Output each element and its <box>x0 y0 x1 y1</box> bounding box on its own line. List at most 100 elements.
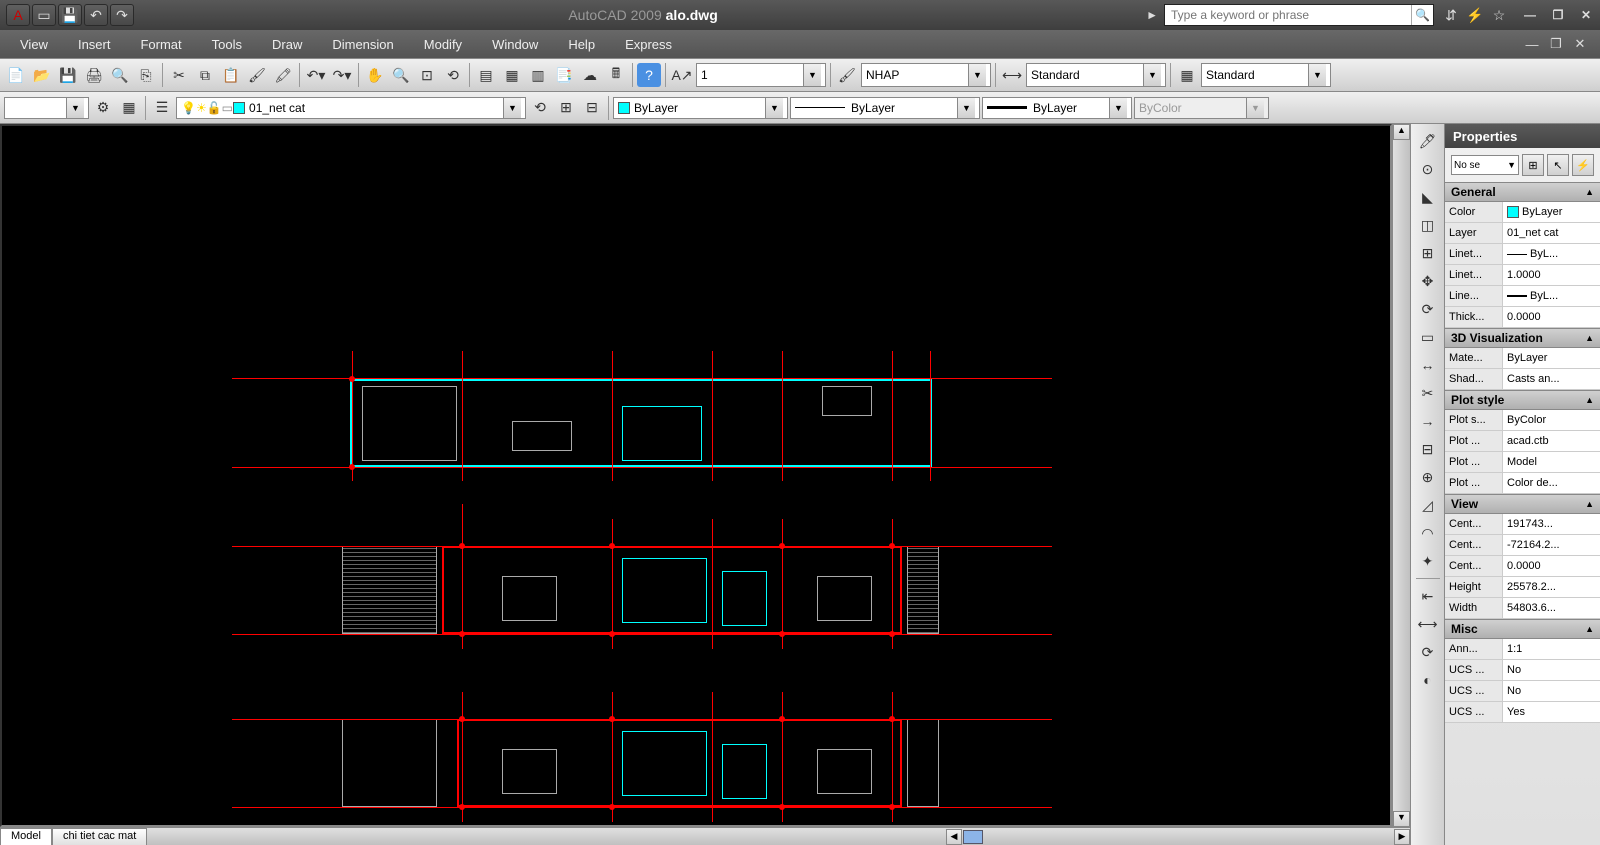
layer-manager-icon[interactable]: ☰ <box>150 96 174 120</box>
prop-value[interactable]: 0.0000 <box>1503 307 1600 327</box>
prop-row[interactable]: Shad...Casts an... <box>1445 369 1600 390</box>
zoom-prev-icon[interactable]: ⟲ <box>441 63 465 87</box>
prop-row[interactable]: Line...ByL... <box>1445 286 1600 307</box>
zoom-rt-icon[interactable]: 🔍 <box>389 63 413 87</box>
menu-format[interactable]: Format <box>140 37 181 52</box>
close-button[interactable]: ✕ <box>1572 4 1600 26</box>
dropdown-arrow-icon[interactable]: ▼ <box>957 98 975 118</box>
prop-row[interactable]: Cent...191743... <box>1445 514 1600 535</box>
category-general[interactable]: General▲ <box>1445 182 1600 202</box>
dim4-icon[interactable]: ◐ <box>1415 667 1441 693</box>
search-box[interactable]: 🔍 <box>1164 4 1434 26</box>
undo-icon[interactable]: ↶▾ <box>304 63 328 87</box>
minimize-button[interactable]: — <box>1516 4 1544 26</box>
scroll-down-button[interactable]: ▼ <box>1393 811 1410 827</box>
undo-button[interactable]: ↶ <box>84 4 108 26</box>
doc-close-button[interactable]: ✕ <box>1570 35 1590 53</box>
prop-value[interactable]: ByL... <box>1503 286 1600 306</box>
search-icon[interactable]: 🔍 <box>1411 5 1433 25</box>
erase-icon[interactable]: 🖊 <box>1415 128 1441 154</box>
lineweight-dropdown[interactable]: ByLayer ▼ <box>982 97 1132 119</box>
prop-value[interactable]: 54803.6... <box>1503 598 1600 618</box>
category-3d-viz[interactable]: 3D Visualization▲ <box>1445 328 1600 348</box>
collapse-icon[interactable]: ▲ <box>1585 499 1594 509</box>
match-prop-icon[interactable]: 🖌 <box>245 63 269 87</box>
dropdown-arrow-icon[interactable]: ▼ <box>66 98 84 118</box>
toggle-pickfirst-icon[interactable]: ⊞ <box>1522 154 1544 176</box>
dim-style-dropdown[interactable]: Standard ▼ <box>1026 63 1166 87</box>
markup-icon[interactable]: ☁ <box>578 63 602 87</box>
paste-icon[interactable]: 📋 <box>219 63 243 87</box>
mirror-icon[interactable]: ◣ <box>1415 184 1441 210</box>
scroll-left-button[interactable]: ◀ <box>946 829 962 845</box>
prop-row[interactable]: ColorByLayer <box>1445 202 1600 223</box>
layer-iso-icon[interactable]: ⊞ <box>554 96 578 120</box>
gear-icon[interactable]: ⚙ <box>91 96 115 120</box>
preview-icon[interactable]: 🔍 <box>108 63 132 87</box>
rotate-icon[interactable]: ⟳ <box>1415 296 1441 322</box>
layer-dropdown[interactable]: 💡 ☀ 🔓 ▭ 01_net cat ▼ <box>176 97 526 119</box>
layer-prev-icon[interactable]: ⟲ <box>528 96 552 120</box>
prop-value[interactable]: ByColor <box>1503 410 1600 430</box>
prop-row[interactable]: Width54803.6... <box>1445 598 1600 619</box>
prop-row[interactable]: UCS ...No <box>1445 660 1600 681</box>
prop-row[interactable]: Thick...0.0000 <box>1445 307 1600 328</box>
tool-palette-icon[interactable]: ▥ <box>526 63 550 87</box>
help-icon[interactable]: ? <box>637 63 661 87</box>
fillet-icon[interactable]: ◠ <box>1415 520 1441 546</box>
array-icon[interactable]: ⊞ <box>1415 240 1441 266</box>
layer-states-icon[interactable]: ⊟ <box>580 96 604 120</box>
dim-icon[interactable]: ⇤ <box>1415 583 1441 609</box>
prop-value[interactable]: No <box>1503 660 1600 680</box>
prop-row[interactable]: Plot s...ByColor <box>1445 410 1600 431</box>
ws-dropdown[interactable]: ▼ <box>4 97 89 119</box>
vertical-scrollbar[interactable]: ▲ ▼ <box>1392 124 1410 827</box>
prop-value[interactable]: 1:1 <box>1503 639 1600 659</box>
dropdown-arrow-icon[interactable]: ▼ <box>1143 64 1161 86</box>
dropdown-arrow-icon[interactable]: ▼ <box>1109 98 1127 118</box>
drawing-canvas[interactable] <box>0 124 1392 827</box>
scroll-thumb[interactable] <box>963 830 983 844</box>
stretch-icon[interactable]: ↔ <box>1415 352 1441 378</box>
redo-button[interactable]: ↷ <box>110 4 134 26</box>
menu-insert[interactable]: Insert <box>78 37 111 52</box>
properties-icon[interactable]: ▤ <box>474 63 498 87</box>
menu-help[interactable]: Help <box>568 37 595 52</box>
scroll-right-button[interactable]: ▶ <box>1394 829 1410 845</box>
scroll-up-button[interactable]: ▲ <box>1393 124 1410 140</box>
prop-row[interactable]: Linet...ByL... <box>1445 244 1600 265</box>
doc-minimize-button[interactable]: — <box>1522 35 1542 53</box>
join-icon[interactable]: ⊕ <box>1415 464 1441 490</box>
table-style-dropdown[interactable]: Standard ▼ <box>1201 63 1331 87</box>
collapse-icon[interactable]: ▲ <box>1585 187 1594 197</box>
trim-icon[interactable]: ✂ <box>1415 380 1441 406</box>
toggle-icon[interactable]: ⇵ <box>1440 4 1462 26</box>
redo-icon[interactable]: ↷▾ <box>330 63 354 87</box>
prop-value[interactable]: Yes <box>1503 702 1600 722</box>
offset-icon[interactable]: ◫ <box>1415 212 1441 238</box>
prop-row[interactable]: Height25578.2... <box>1445 577 1600 598</box>
prop-row[interactable]: Plot ...acad.ctb <box>1445 431 1600 452</box>
scale-dropdown[interactable]: 1 ▼ <box>696 63 826 87</box>
prop-value[interactable]: 191743... <box>1503 514 1600 534</box>
collapse-icon[interactable]: ▲ <box>1585 333 1594 343</box>
menu-view[interactable]: View <box>20 37 48 52</box>
prop-value[interactable]: 25578.2... <box>1503 577 1600 597</box>
save-button[interactable]: 💾 <box>58 4 82 26</box>
category-view[interactable]: View▲ <box>1445 494 1600 514</box>
dim2-icon[interactable]: ⟷ <box>1415 611 1441 637</box>
prop-value[interactable]: ByLayer <box>1503 202 1600 222</box>
maximize-button[interactable]: ❐ <box>1544 4 1572 26</box>
save-icon[interactable]: 💾 <box>56 63 80 87</box>
dim3-icon[interactable]: ⟳ <box>1415 639 1441 665</box>
dropdown-arrow-icon[interactable]: ▼ <box>503 98 521 118</box>
scale-icon[interactable]: ▭ <box>1415 324 1441 350</box>
prop-value[interactable]: No <box>1503 681 1600 701</box>
brush-icon[interactable]: 🖍 <box>271 63 295 87</box>
prop-row[interactable]: Mate...ByLayer <box>1445 348 1600 369</box>
prop-row[interactable]: Layer01_net cat <box>1445 223 1600 244</box>
zoom-win-icon[interactable]: ⊡ <box>415 63 439 87</box>
pan-icon[interactable]: ✋ <box>363 63 387 87</box>
category-plot-style[interactable]: Plot style▲ <box>1445 390 1600 410</box>
chamfer-icon[interactable]: ◿ <box>1415 492 1441 518</box>
